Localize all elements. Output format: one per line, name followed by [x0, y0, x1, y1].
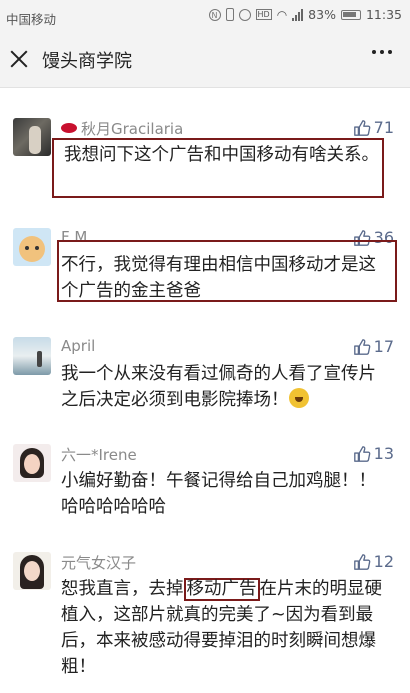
like-count: 17 [373, 337, 394, 356]
commenter-name: 元气女汉子 [61, 554, 137, 572]
thumbs-up-icon [353, 338, 370, 355]
thumbs-up-icon [353, 445, 370, 462]
more-icon[interactable] [372, 50, 392, 54]
comment-text: 小编好勤奋！午餐记得给自己加鸡腿！！哈哈哈哈哈哈 [61, 471, 376, 517]
like-button[interactable]: 71 [353, 118, 394, 137]
commenter-name: 六一*Irene [61, 446, 137, 464]
nav-bar: 馒头商学院 [0, 32, 410, 88]
wifi-icon: ◠ [276, 7, 288, 22]
like-button[interactable]: 12 [353, 552, 394, 571]
status-icons: N HD ◠ 83% 11:35 [208, 7, 402, 22]
avatar[interactable] [13, 552, 51, 590]
thumbs-up-icon [353, 119, 370, 136]
alarm-icon [238, 8, 251, 21]
like-count: 71 [373, 118, 394, 137]
avatar[interactable] [13, 118, 51, 156]
page-title: 馒头商学院 [42, 51, 132, 72]
clock: 11:35 [365, 7, 402, 22]
battery-percent: 83% [308, 7, 336, 22]
comment-text: 恕我直言，去掉 移动广告 在片末的明显硬植入，这部片就真的完美了~因为看到最后，本来… [61, 578, 382, 677]
signal-icon [292, 8, 304, 21]
close-icon[interactable] [8, 48, 30, 70]
avatar[interactable] [13, 228, 51, 266]
like-button[interactable]: 13 [353, 444, 394, 463]
thumbs-up-icon [353, 553, 370, 570]
hd-icon: HD [255, 9, 272, 20]
commenter-name: April [61, 337, 96, 355]
carrier-label: 中国移动 [6, 12, 57, 27]
highlight-box [57, 240, 397, 302]
avatar[interactable] [13, 337, 51, 375]
status-bar: 中国移动 N HD ◠ 83% 11:35 [0, 0, 410, 32]
vibrate-icon [225, 8, 234, 21]
nfc-icon: N [208, 8, 221, 21]
like-count: 13 [373, 444, 394, 463]
sad-emoji-icon [288, 388, 309, 408]
highlight-box: 移动广告 [183, 578, 260, 601]
commenter-name: 秋月Gracilaria [61, 118, 183, 139]
highlight-box [52, 138, 384, 198]
comment-text: 我一个从来没有看过佩奇的人看了宣传片之后决定必须到电影院捧场！ [61, 364, 376, 410]
like-button[interactable]: 17 [353, 337, 394, 356]
avatar[interactable] [13, 444, 51, 482]
battery-icon [340, 9, 361, 20]
lips-icon [61, 123, 77, 133]
like-count: 12 [373, 552, 394, 571]
